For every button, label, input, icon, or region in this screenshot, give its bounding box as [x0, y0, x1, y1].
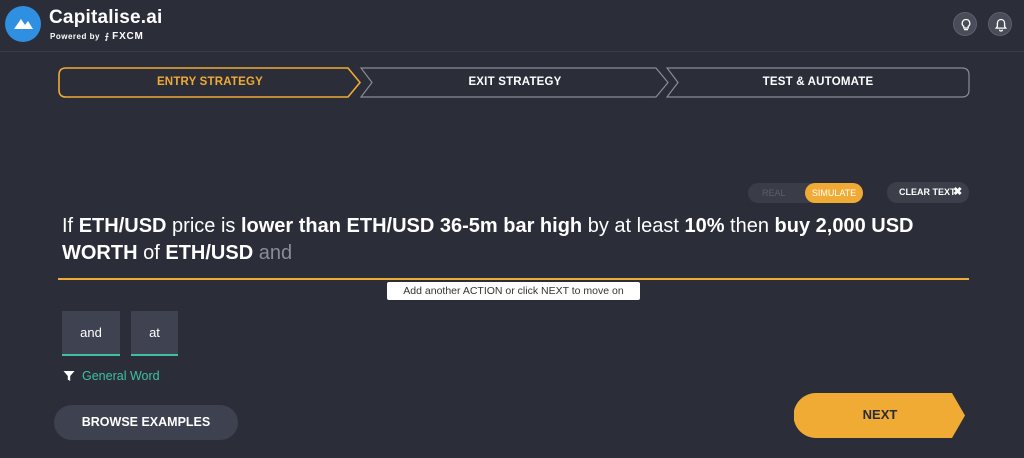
sentence-token[interactable]: buy [775, 215, 811, 237]
close-icon: ✖ [953, 186, 963, 198]
sentence-token[interactable]: 10% [684, 215, 724, 237]
step-exit-strategy[interactable]: EXIT STRATEGY [360, 67, 670, 98]
strategy-sentence[interactable]: If ETH/USD price is lower than ETH/USD 3… [62, 213, 942, 267]
next-label: NEXT [862, 407, 898, 422]
step-label: EXIT STRATEGY [468, 76, 562, 88]
notifications-button[interactable] [988, 12, 1012, 36]
sentence-pending-token[interactable]: and [259, 242, 292, 264]
clear-text-button[interactable]: CLEAR TEXT ✖ [887, 182, 969, 203]
app-header: Capitalise.ai Powered by ⨍ FXCM [0, 0, 1024, 52]
brand-powered-by: Powered by ⨍ FXCM [50, 31, 144, 42]
sentence-token[interactable]: ETH/USD 36-5m bar high [347, 215, 583, 237]
browse-examples-button[interactable]: BROWSE EXAMPLES [54, 405, 238, 440]
step-entry-strategy[interactable]: ENTRY STRATEGY [58, 67, 362, 98]
powered-by-text: Powered by [50, 32, 100, 41]
sentence-token: If [62, 215, 74, 237]
lightbulb-button[interactable] [953, 12, 977, 36]
sentence-underline [58, 278, 969, 280]
step-label: TEST & AUTOMATE [762, 76, 874, 88]
lightbulb-icon [961, 18, 971, 31]
toggle-real-option[interactable]: REAL [762, 188, 786, 198]
sentence-token: by at least [587, 215, 679, 237]
bell-icon [994, 18, 1008, 32]
next-button[interactable]: NEXT [794, 393, 966, 438]
sentence-token: price is [172, 215, 236, 237]
fxcm-logo-icon: ⨍ [102, 32, 110, 41]
sentence-token: then [730, 215, 769, 237]
sentence-token: of [143, 242, 160, 264]
toggle-simulate-option[interactable]: SIMULATE [805, 183, 863, 203]
brand-name: Capitalise.ai [49, 7, 163, 28]
clear-text-label: CLEAR TEXT [899, 187, 956, 197]
word-option-and[interactable]: and [62, 311, 120, 356]
partner-name: FXCM [112, 31, 144, 42]
hint-tooltip: Add another ACTION or click NEXT to move… [387, 282, 640, 300]
sentence-token[interactable]: ETH/USD [79, 215, 167, 237]
mode-toggle[interactable]: REAL SIMULATE [748, 183, 863, 203]
capitalise-logo-icon[interactable] [5, 6, 41, 42]
sentence-token[interactable]: lower than [241, 215, 341, 237]
step-test-automate[interactable]: TEST & AUTOMATE [666, 67, 970, 98]
filter-icon [63, 371, 75, 381]
filter-label: General Word [82, 369, 160, 383]
step-label: ENTRY STRATEGY [156, 76, 264, 88]
sentence-token[interactable]: ETH/USD [165, 242, 253, 264]
word-option-at[interactable]: at [131, 311, 178, 356]
